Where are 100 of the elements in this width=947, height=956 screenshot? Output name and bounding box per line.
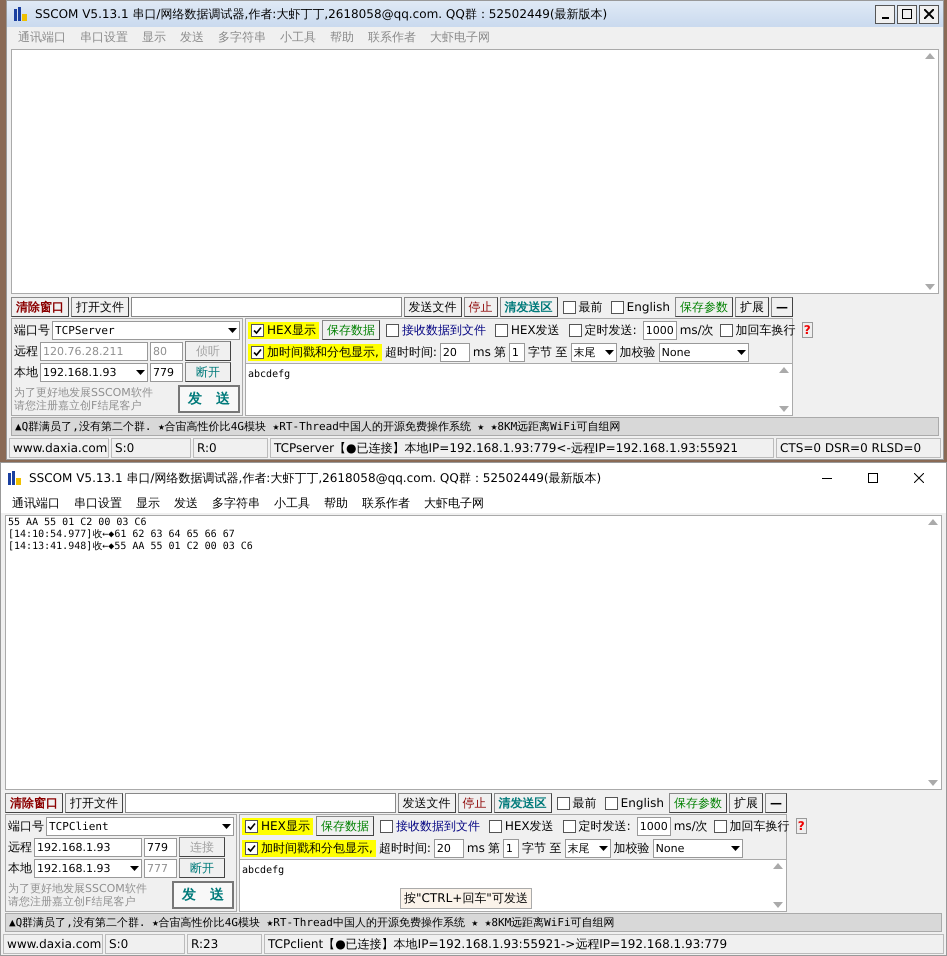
maximize-button[interactable] xyxy=(897,4,917,24)
menu-item[interactable]: 通讯端口 xyxy=(5,494,67,512)
menu-item[interactable]: 串口设置 xyxy=(67,494,129,512)
expand-button[interactable]: 扩展 xyxy=(729,793,763,813)
checksum-select[interactable]: None xyxy=(652,838,743,858)
menu-item[interactable]: 发送 xyxy=(167,494,205,512)
checkbox[interactable]: 定时发送: xyxy=(560,818,634,834)
check-icon xyxy=(247,844,256,852)
stop-button[interactable]: 停止 xyxy=(458,793,492,813)
local-label: 本地 xyxy=(8,860,32,876)
save-params-button[interactable]: 保存参数 xyxy=(669,793,727,813)
dropdown-caret-icon xyxy=(598,846,608,850)
send-button[interactable]: 发 送 xyxy=(178,384,240,412)
menu-item[interactable]: 小工具 xyxy=(267,494,317,512)
remote-label: 远程 xyxy=(8,838,32,856)
checkbox[interactable]: 加时间戳和分包显示, xyxy=(242,840,376,856)
menu-item[interactable]: 多字符串 xyxy=(205,494,267,512)
remote-port-field[interactable]: 779 xyxy=(144,838,177,856)
checkbox[interactable]: 接收数据到文件 xyxy=(382,322,489,338)
disconnect-button[interactable]: 断开 xyxy=(185,362,231,382)
maximize-icon xyxy=(902,9,912,19)
port-select[interactable]: TCPServer xyxy=(52,320,240,340)
byte-from-field[interactable]: 1 xyxy=(508,342,525,362)
scroll-up-icon[interactable] xyxy=(925,53,935,59)
interval-field[interactable]: 1000 xyxy=(642,320,677,340)
timeout-unit: ms xyxy=(466,841,485,855)
help-button[interactable]: ? xyxy=(796,818,807,834)
checkbox[interactable]: HEX显示 xyxy=(248,322,319,338)
checkbox[interactable]: English xyxy=(608,300,673,314)
save-params-button[interactable]: 保存参数 xyxy=(675,297,733,317)
checkbox[interactable]: English xyxy=(602,796,667,810)
checkbox[interactable]: 接收数据到文件 xyxy=(376,818,483,834)
port-label: 端口号 xyxy=(8,818,44,834)
scroll-down-icon[interactable] xyxy=(779,406,789,412)
checkbox[interactable]: HEX发送 xyxy=(486,818,557,834)
scroll-up-icon[interactable] xyxy=(928,519,938,525)
timeout-label: 超时时间: xyxy=(384,344,437,360)
byte-to-select[interactable]: 末尾 xyxy=(564,838,611,858)
promo-text: 为了更好地发展SSCOM软件 请您注册嘉立创F结尾客户 xyxy=(14,386,154,412)
menu-item[interactable]: 大虾电子网 xyxy=(417,494,491,512)
checkbox[interactable]: 定时发送: xyxy=(566,322,640,338)
byte-to-label: 字节 至 xyxy=(528,344,568,360)
menu-item[interactable]: 显示 xyxy=(129,494,167,512)
byte-from-label: 第 xyxy=(494,344,506,360)
timeout-field[interactable]: 20 xyxy=(434,838,464,858)
open-file-button[interactable]: 打开文件 xyxy=(65,793,123,813)
file-path-field[interactable] xyxy=(125,793,396,813)
clear-send-button[interactable]: 清发送区 xyxy=(500,297,558,317)
checkbox[interactable]: 加回车换行 xyxy=(710,818,793,834)
remote-ip-field[interactable]: 192.168.1.93 xyxy=(34,838,142,856)
scroll-up-icon[interactable] xyxy=(779,367,789,373)
checksum-select[interactable]: None xyxy=(658,342,749,362)
port-label: 端口号 xyxy=(14,322,50,338)
save-data-button[interactable]: 保存数据 xyxy=(316,816,374,836)
status-cell: www.daxia.com xyxy=(3,934,103,954)
local-ip-select[interactable]: 192.168.1.93 xyxy=(34,858,142,878)
expand-button[interactable]: 扩展 xyxy=(735,297,769,317)
interval-unit: ms/次 xyxy=(680,322,714,338)
send-text-area[interactable]: abcdefg xyxy=(246,363,792,415)
port-select[interactable]: TCPClient xyxy=(46,816,234,836)
checkbox[interactable]: HEX发送 xyxy=(492,322,563,338)
check-icon xyxy=(253,326,262,334)
checkbox[interactable]: 最前 xyxy=(560,298,606,316)
send-text-area[interactable]: abcdefg 按"CTRL+回车"可发送 xyxy=(240,859,786,911)
interval-field[interactable]: 1000 xyxy=(636,816,671,836)
checkbox[interactable]: 加时间戳和分包显示, xyxy=(248,344,382,360)
scroll-down-icon[interactable] xyxy=(925,284,935,290)
checkbox[interactable]: HEX显示 xyxy=(242,818,313,834)
minimize-button[interactable] xyxy=(875,4,895,24)
menu-item[interactable]: 帮助 xyxy=(317,494,355,512)
scroll-down-icon[interactable] xyxy=(928,780,938,786)
status-cell: R:23 xyxy=(187,934,262,954)
send-file-button[interactable]: 发送文件 xyxy=(404,297,462,317)
collapse-button[interactable]: — xyxy=(765,793,787,813)
close-button[interactable] xyxy=(919,4,939,24)
disconnect-button[interactable]: 断开 xyxy=(179,858,225,878)
byte-from-label: 第 xyxy=(488,840,500,856)
dropdown-caret-icon xyxy=(228,328,237,332)
scroll-down-icon[interactable] xyxy=(773,902,783,908)
byte-to-select[interactable]: 末尾 xyxy=(570,342,617,362)
checkbox[interactable]: 加回车换行 xyxy=(716,322,799,338)
timeout-unit: ms xyxy=(472,345,491,359)
local-port-field[interactable]: 779 xyxy=(150,362,183,382)
collapse-button[interactable]: — xyxy=(771,297,793,317)
timeout-field[interactable]: 20 xyxy=(440,342,470,362)
menu-item[interactable]: 联系作者 xyxy=(355,494,417,512)
file-path-field[interactable] xyxy=(131,297,402,317)
checkbox[interactable]: 最前 xyxy=(554,794,600,812)
clear-window-button[interactable]: 清除窗口 xyxy=(5,793,63,813)
clear-window-button[interactable]: 清除窗口 xyxy=(11,297,69,317)
send-button[interactable]: 发 送 xyxy=(172,880,234,908)
send-file-button[interactable]: 发送文件 xyxy=(398,793,456,813)
clear-send-button[interactable]: 清发送区 xyxy=(494,793,552,813)
open-file-button[interactable]: 打开文件 xyxy=(71,297,129,317)
byte-from-field[interactable]: 1 xyxy=(502,838,519,858)
help-button[interactable]: ? xyxy=(802,322,813,338)
scroll-up-icon[interactable] xyxy=(773,863,783,869)
stop-button[interactable]: 停止 xyxy=(464,297,498,317)
save-data-button[interactable]: 保存数据 xyxy=(322,320,380,340)
local-ip-select[interactable]: 192.168.1.93 xyxy=(40,362,148,382)
